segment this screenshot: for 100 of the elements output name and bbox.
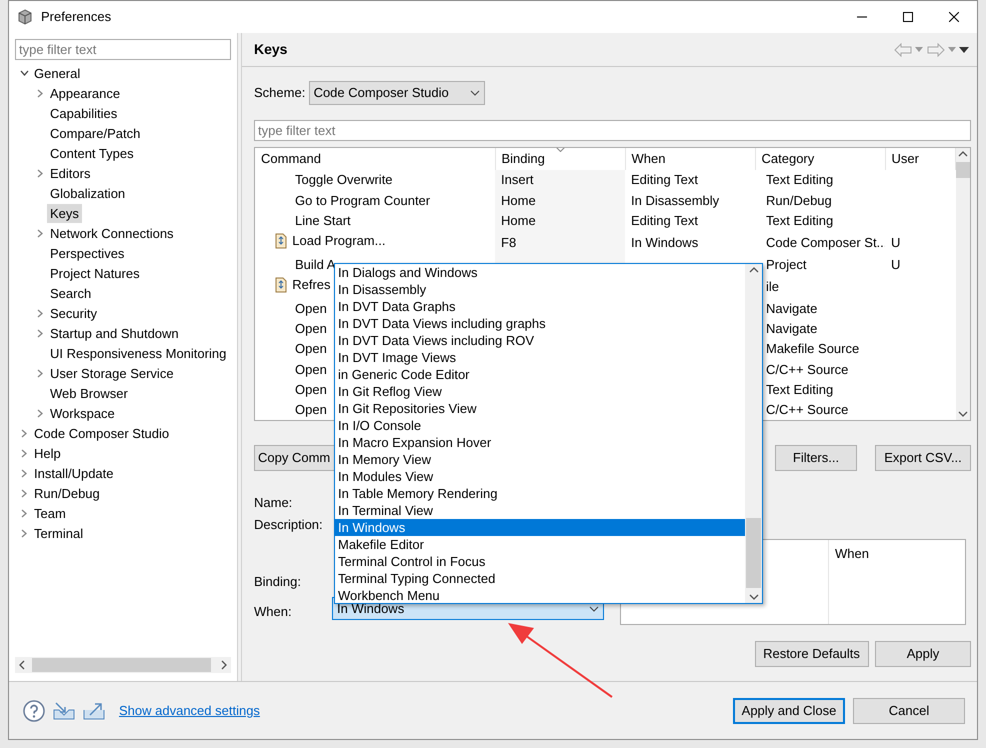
vertical-scrollbar[interactable] — [745, 264, 762, 603]
expand-chevron-icon[interactable] — [21, 508, 27, 518]
dropdown-option[interactable]: In Disassembly — [335, 281, 745, 298]
scheme-dropdown[interactable]: Code Composer Studio — [308, 81, 485, 105]
cancel-button[interactable]: Cancel — [853, 698, 965, 724]
column-header[interactable]: Category — [755, 148, 885, 170]
chevron-down-icon — [589, 606, 599, 612]
column-header[interactable]: Command — [255, 148, 495, 170]
binding-label: Binding: — [254, 573, 302, 591]
tree-item[interactable]: Compare/Patch — [47, 124, 144, 142]
scroll-thumb[interactable] — [956, 162, 970, 178]
tree-item[interactable]: User Storage Service — [47, 364, 177, 382]
horizontal-scrollbar[interactable] — [15, 657, 231, 673]
tree-item[interactable]: Appearance — [47, 84, 124, 102]
tree-item[interactable]: Editors — [47, 164, 94, 182]
dropdown-option[interactable]: in Generic Code Editor — [335, 366, 745, 383]
help-icon[interactable] — [23, 700, 45, 722]
tree-item[interactable]: Capabilities — [47, 104, 120, 122]
dropdown-option[interactable]: In DVT Image Views — [335, 349, 745, 366]
table-cell: U — [891, 256, 900, 272]
tree-item[interactable]: Keys — [47, 204, 82, 222]
tree-item[interactable]: Perspectives — [47, 244, 128, 262]
apply-button[interactable]: Apply — [875, 641, 971, 667]
dropdown-caret-icon[interactable] — [915, 47, 924, 52]
expand-chevron-icon[interactable] — [21, 428, 27, 438]
filters-button[interactable]: Filters... — [775, 445, 857, 471]
tree-item[interactable]: Code Composer Studio — [31, 424, 172, 442]
tree-item[interactable]: Content Types — [47, 144, 137, 162]
name-label: Name: — [254, 494, 294, 512]
dropdown-option[interactable]: In Dialogs and Windows — [335, 264, 745, 281]
expand-chevron-icon[interactable] — [37, 408, 43, 418]
column-header[interactable]: When — [625, 148, 755, 170]
dropdown-option[interactable]: Terminal Control in Focus — [335, 553, 745, 570]
table-cell: Home — [501, 192, 536, 208]
table-cell: Editing Text — [631, 172, 698, 188]
tree-item[interactable]: Network Connections — [47, 224, 177, 242]
tree-item[interactable]: Security — [47, 304, 100, 322]
tree-item[interactable]: Globalization — [47, 184, 128, 202]
tree-item[interactable]: General — [31, 64, 84, 82]
expand-chevron-icon[interactable] — [37, 88, 43, 98]
tree-item[interactable]: UI Responsiveness Monitoring — [47, 344, 230, 362]
tree-item[interactable]: Team — [31, 504, 69, 522]
dropdown-option[interactable]: In DVT Data Views including graphs — [335, 315, 745, 332]
tree-item[interactable]: Web Browser — [47, 384, 131, 402]
expand-chevron-icon[interactable] — [21, 448, 27, 458]
forward-arrow-icon[interactable] — [926, 42, 944, 56]
export-icon[interactable] — [82, 700, 106, 720]
table-cell: C/C++ Source — [766, 362, 848, 377]
scroll-thumb[interactable] — [746, 518, 761, 588]
tree-item[interactable]: Run/Debug — [31, 484, 103, 502]
expand-chevron-icon[interactable] — [37, 328, 43, 338]
dropdown-option[interactable]: In Windows — [335, 519, 745, 536]
dropdown-option[interactable]: In Git Reflog View — [335, 383, 745, 400]
expand-chevron-icon[interactable] — [37, 368, 43, 378]
import-icon[interactable] — [52, 700, 76, 720]
tree-item[interactable]: Project Natures — [47, 264, 143, 282]
expand-chevron-icon[interactable] — [21, 528, 27, 538]
expand-chevron-icon[interactable] — [37, 168, 43, 178]
table-cell: Home — [501, 212, 536, 228]
dropdown-option[interactable]: In I/O Console — [335, 417, 745, 434]
table-cell: C/C++ Source — [766, 402, 848, 418]
expand-chevron-icon[interactable] — [37, 228, 43, 238]
table-cell: Project — [766, 256, 806, 272]
back-arrow-icon[interactable] — [894, 42, 912, 56]
sort-indicator-icon — [556, 148, 564, 152]
tree-item[interactable]: Workspace — [47, 404, 118, 422]
column-header[interactable]: User — [885, 148, 955, 170]
dropdown-option[interactable]: In Table Memory Rendering — [335, 485, 745, 502]
tree-item[interactable]: Terminal — [31, 524, 86, 542]
table-cell-text: Open — [295, 320, 327, 338]
tree-item[interactable]: Help — [31, 444, 64, 462]
column-header[interactable]: When — [835, 546, 869, 561]
dropdown-option[interactable]: Makefile Editor — [335, 536, 745, 553]
dropdown-option[interactable]: In DVT Data Views including ROV — [335, 332, 745, 349]
dropdown-option[interactable]: In Terminal View — [335, 502, 745, 519]
restore-defaults-button[interactable]: Restore Defaults — [754, 641, 868, 667]
export-csv-button[interactable]: Export CSV... — [875, 445, 971, 471]
dropdown-option[interactable]: Terminal Typing Connected — [335, 570, 745, 587]
dropdown-option[interactable]: In Modules View — [335, 468, 745, 485]
expand-chevron-icon[interactable] — [37, 308, 43, 318]
tree-item[interactable]: Startup and Shutdown — [47, 324, 182, 342]
vertical-scrollbar[interactable] — [956, 148, 970, 420]
advanced-settings-link[interactable]: Show advanced settings — [119, 700, 260, 720]
table-cell-text: Open — [295, 300, 327, 318]
filter-field[interactable]: type filter text — [254, 120, 971, 141]
filter-field[interactable]: type filter text — [15, 39, 231, 60]
collapse-chevron-icon[interactable] — [20, 70, 28, 76]
tree-item[interactable]: Install/Update — [31, 464, 116, 482]
expand-chevron-icon[interactable] — [21, 468, 27, 478]
dropdown-caret-icon[interactable] — [948, 47, 956, 52]
dropdown-option[interactable]: In DVT Data Graphs — [335, 298, 745, 315]
view-menu-icon[interactable] — [959, 46, 969, 52]
table-cell-text: Open — [295, 401, 327, 420]
table-cell-text: Line Start — [295, 212, 351, 230]
tree-item[interactable]: Search — [47, 284, 94, 302]
apply-and-close-button[interactable]: Apply and Close — [733, 698, 845, 724]
table-cell-text: Load Program... — [292, 232, 386, 250]
expand-chevron-icon[interactable] — [21, 488, 27, 498]
dropdown-option[interactable]: In Git Repositories View — [335, 400, 745, 417]
maximize-icon — [903, 12, 913, 22]
